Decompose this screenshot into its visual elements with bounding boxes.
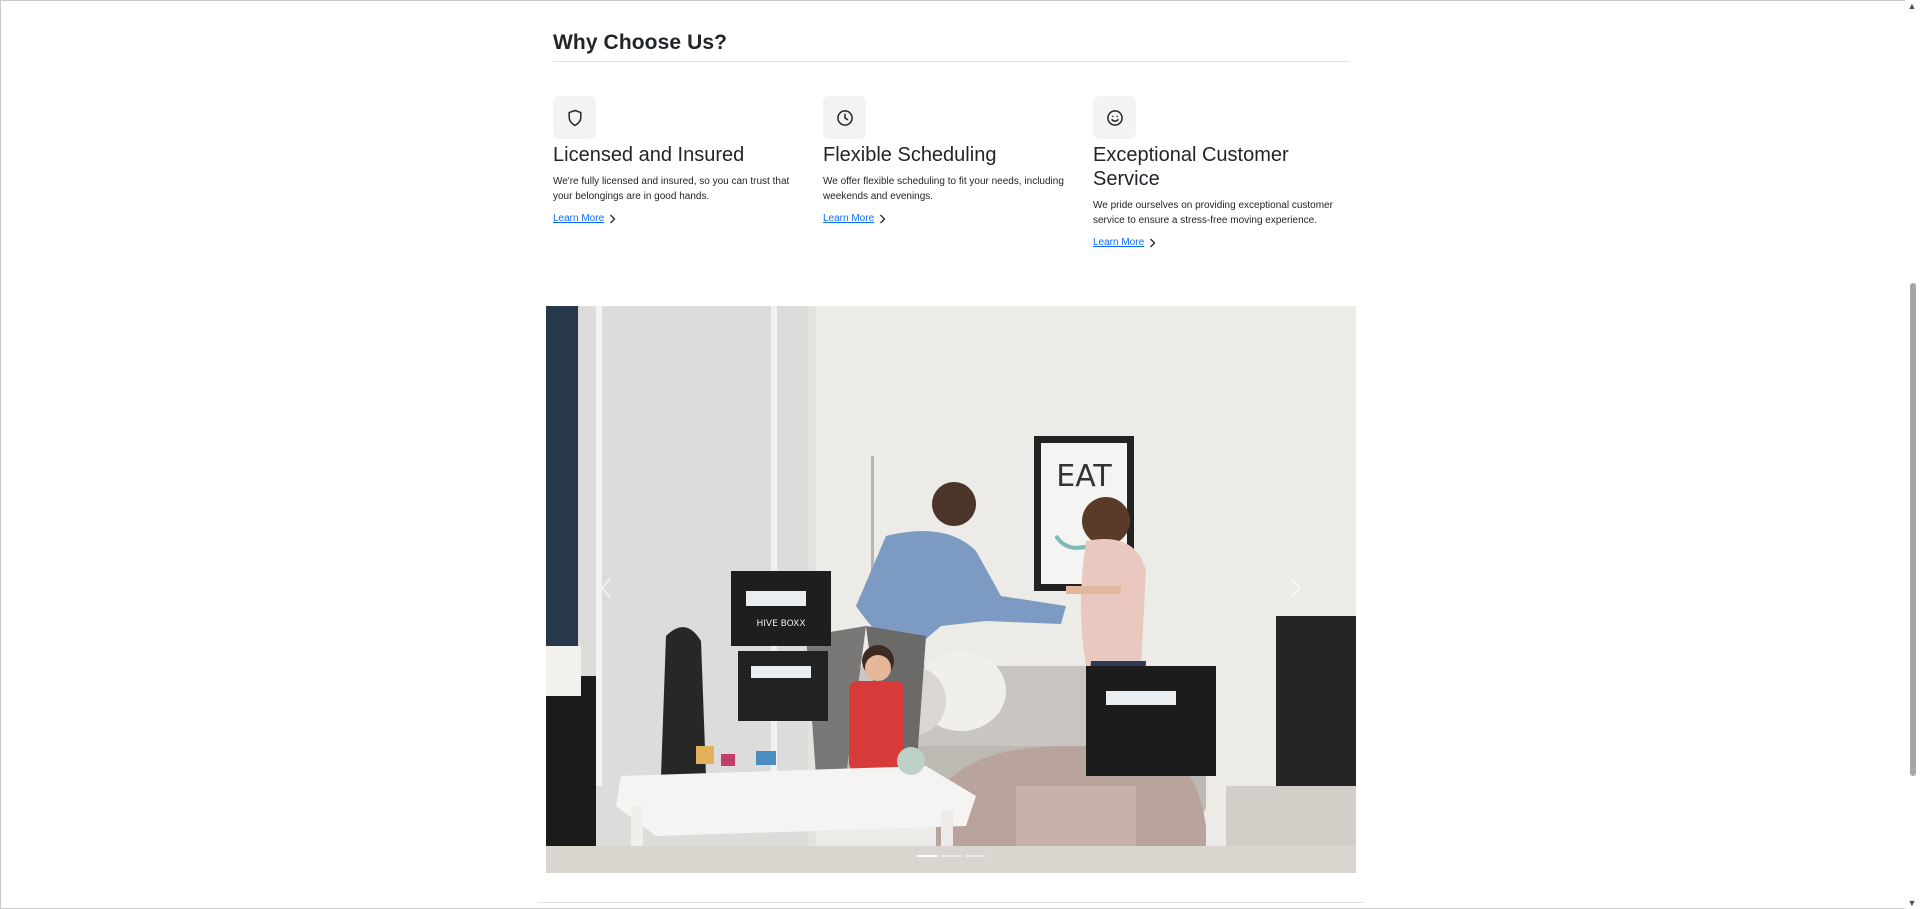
chevron-right-icon [610,214,616,223]
feature-description: We're fully licensed and insured, so you… [553,176,790,202]
scroll-down-icon[interactable]: ▼ [1907,897,1917,909]
chevron-right-icon [1291,578,1302,598]
box-label: HIVE BOXX [757,619,806,629]
carousel-indicator[interactable] [965,855,985,857]
learn-more-link[interactable]: Learn More [553,213,616,224]
frame-text: EAT [1056,459,1112,494]
chevron-left-icon [600,578,611,598]
learn-more-label: Learn More [553,213,605,224]
shield-icon [553,96,596,139]
smile-icon [1093,96,1136,139]
carousel-indicator[interactable] [941,855,961,857]
feature-card-licensed: Licensed and Insured We're fully license… [553,96,803,226]
feature-card-service: Exceptional Customer Service We pride ou… [1093,96,1343,250]
section-title: Why Choose Us? [553,31,728,54]
scroll-thumb[interactable] [1910,283,1916,776]
carousel-indicators [546,855,1356,857]
feature-title: Licensed and Insured [553,144,745,166]
scroll-up-icon[interactable]: ▲ [1907,0,1917,12]
feature-card-scheduling: Flexible Scheduling We offer flexible sc… [823,96,1073,226]
feature-description: We offer flexible scheduling to fit your… [823,176,1064,202]
section-divider [538,902,1364,903]
family-moving-photo: EAT HIVE BOXX [546,306,1356,873]
learn-more-label: Learn More [823,213,875,224]
carousel-prev-button[interactable] [586,568,626,608]
learn-more-link[interactable]: Learn More [823,213,886,224]
carousel-next-button[interactable] [1276,568,1316,608]
chevron-right-icon [880,214,886,223]
feature-title: Flexible Scheduling [823,144,997,166]
image-carousel[interactable]: EAT HIVE BOXX [546,306,1356,873]
vertical-scrollbar[interactable]: ▲ ▼ [1905,0,1920,909]
feature-description: We pride ourselves on providing exceptio… [1093,200,1333,226]
chevron-right-icon [1150,238,1156,247]
learn-more-label: Learn More [1093,237,1145,248]
clock-icon [823,96,866,139]
learn-more-link[interactable]: Learn More [1093,237,1156,248]
carousel-indicator[interactable] [917,855,937,857]
feature-title: Exceptional Customer Service [1093,144,1289,190]
title-divider [553,61,1350,62]
